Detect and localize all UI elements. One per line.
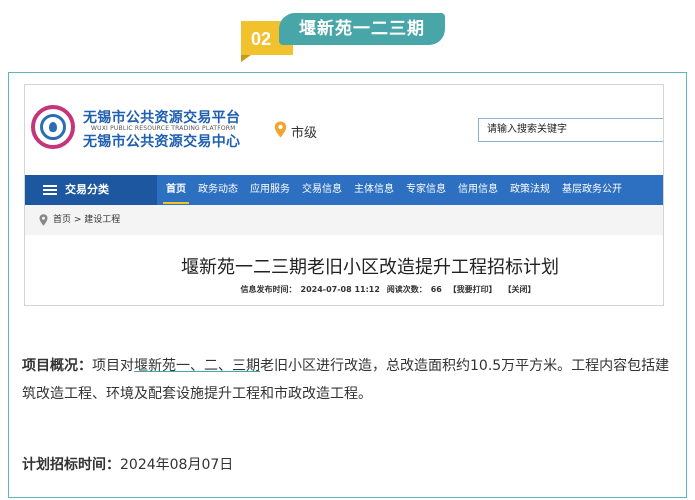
org-logo-icon — [31, 105, 75, 149]
nav-item-policy[interactable]: 政策法规 — [507, 175, 553, 205]
planned-bid-time: 计划招标时间：2024年08月07日 — [22, 451, 672, 479]
breadcrumb[interactable]: 首页 > 建设工程 — [53, 205, 120, 235]
breadcrumb-bar: 首页 > 建设工程 — [25, 205, 663, 235]
website-screenshot: 无锡市公共资源交易平台 WUXI PUBLIC RESOURCE TRADING… — [24, 84, 664, 306]
article-meta: 信息发布时间： 2024-07-08 11:12 阅读次数： 66 【我要打印】 【… — [25, 284, 663, 295]
badge-fold-decoration — [241, 55, 251, 62]
nav-item-credit-info[interactable]: 信用信息 — [455, 175, 501, 205]
print-link[interactable]: 【我要打印】 — [449, 285, 497, 294]
breadcrumb-location-icon — [39, 214, 48, 226]
nav-item-trading-info[interactable]: 交易信息 — [299, 175, 345, 205]
article-title: 堰新苑一二三期老旧小区改造提升工程招标计划 — [181, 257, 559, 278]
bid-time-value: 2024年08月07日 — [120, 457, 234, 473]
close-link[interactable]: 【关闭】 — [503, 285, 535, 294]
views-label: 阅读次数： — [386, 285, 427, 294]
search-input[interactable]: 请输入搜索关键字 — [478, 118, 663, 142]
menu-icon — [43, 185, 57, 195]
nav-item-expert-info[interactable]: 专家信息 — [403, 175, 449, 205]
nav-category-label: 交易分类 — [65, 183, 109, 196]
nav-item-services[interactable]: 应用服务 — [247, 175, 293, 205]
bid-time-label: 计划招标时间： — [22, 457, 120, 473]
nav-items: 首页 政务动态 应用服务 交易信息 主体信息 专家信息 信用信息 政策法规 基层… — [163, 175, 631, 205]
overview-highlight: 堰新苑一、二、三期 — [134, 358, 260, 374]
nav-item-government-news[interactable]: 政务动态 — [195, 175, 241, 205]
main-nav: 交易分类 首页 政务动态 应用服务 交易信息 主体信息 专家信息 信用信息 政策… — [25, 175, 663, 205]
nav-item-entity-info[interactable]: 主体信息 — [351, 175, 397, 205]
overview-text-before: 项目对 — [92, 358, 134, 374]
nav-category-button[interactable]: 交易分类 — [25, 175, 157, 205]
publish-time: 2024-07-08 11:12 — [300, 285, 380, 294]
views-count: 66 — [430, 285, 442, 294]
nav-item-home[interactable]: 首页 — [163, 175, 189, 205]
nav-item-grassroots[interactable]: 基层政务公开 — [559, 175, 625, 205]
location-selector[interactable]: 市级 — [291, 122, 317, 141]
org-name-secondary: 无锡市公共资源交易中心 — [83, 134, 241, 150]
publish-time-label: 信息发布时间： — [240, 285, 297, 294]
org-name-primary: 无锡市公共资源交易平台 — [83, 110, 241, 126]
project-overview: 项目概况：项目对堰新苑一、二、三期老旧小区进行改造，总改造面积约10.5万平方米… — [22, 352, 672, 408]
overview-label: 项目概况： — [22, 358, 92, 374]
site-header: 无锡市公共资源交易平台 WUXI PUBLIC RESOURCE TRADING… — [25, 85, 663, 175]
location-pin-icon — [274, 121, 287, 138]
section-title: 堰新苑一二三期 — [279, 13, 445, 45]
